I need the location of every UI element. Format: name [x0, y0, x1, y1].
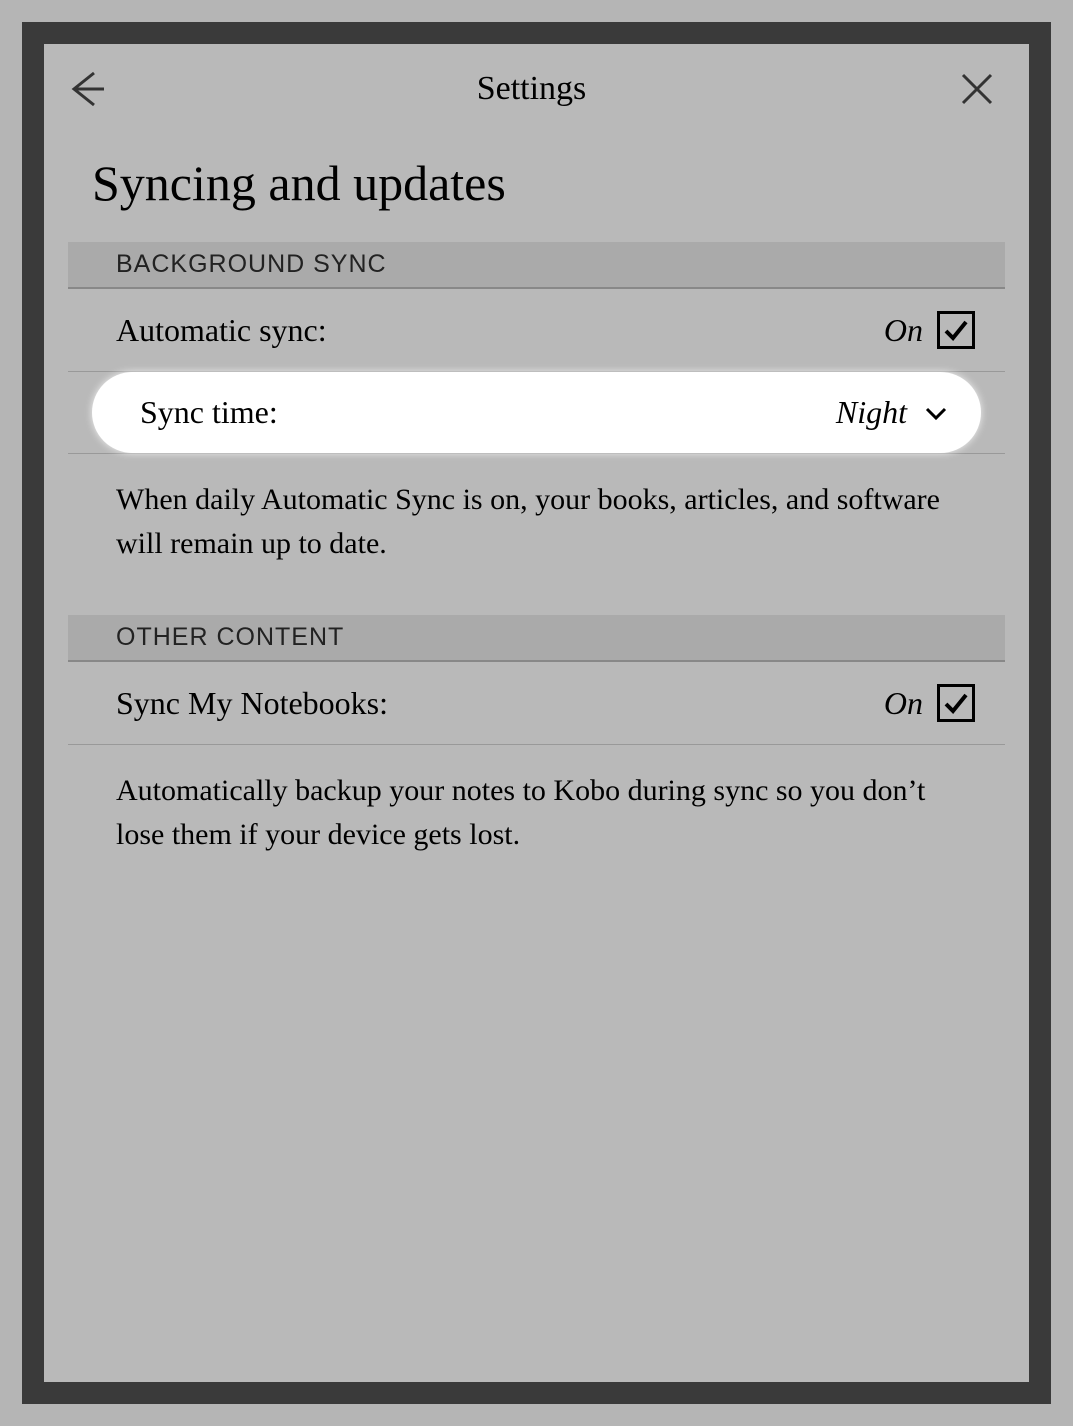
- setting-row-sync-time[interactable]: Sync time: Night: [92, 372, 981, 453]
- background-sync-description: When daily Automatic Sync is on, your bo…: [68, 454, 1005, 615]
- sync-notebooks-label: Sync My Notebooks:: [116, 685, 388, 722]
- automatic-sync-value: On: [884, 312, 923, 349]
- other-content-description: Automatically backup your notes to Kobo …: [68, 745, 1005, 906]
- automatic-sync-checkbox[interactable]: [937, 311, 975, 349]
- sync-time-value: Night: [836, 394, 907, 431]
- back-icon[interactable]: [64, 67, 108, 111]
- section-header-background-sync: BACKGROUND SYNC: [68, 242, 1005, 289]
- sync-notebooks-checkbox[interactable]: [937, 684, 975, 722]
- setting-row-sync-notebooks[interactable]: Sync My Notebooks: On: [68, 662, 1005, 745]
- section-header-other-content: OTHER CONTENT: [68, 615, 1005, 662]
- setting-row-automatic-sync[interactable]: Automatic sync: On: [68, 289, 1005, 372]
- chevron-down-icon: [921, 398, 951, 428]
- sync-notebooks-value: On: [884, 685, 923, 722]
- automatic-sync-label: Automatic sync:: [116, 312, 327, 349]
- close-icon[interactable]: [955, 67, 999, 111]
- sync-time-label: Sync time:: [140, 394, 278, 431]
- header-title: Settings: [108, 70, 955, 108]
- page-title: Syncing and updates: [44, 134, 1029, 242]
